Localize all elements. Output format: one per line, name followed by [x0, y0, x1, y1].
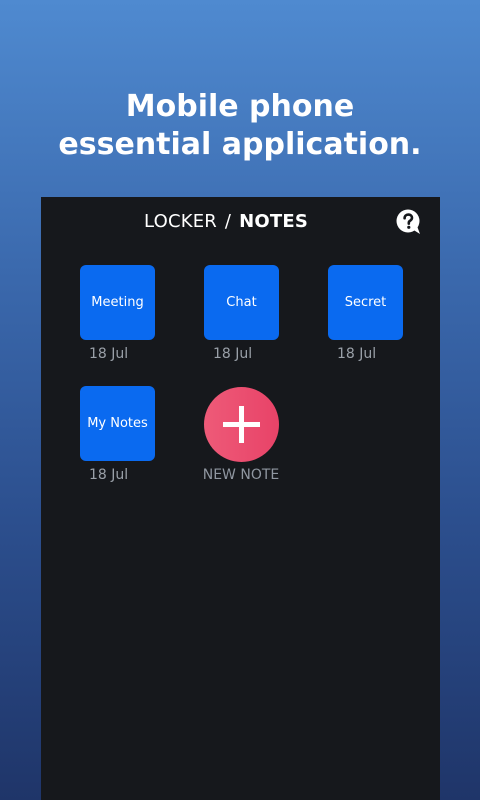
app-screen: LOCKER / NOTES Meeting 18 Jul Chat 18 Ju…: [41, 197, 440, 800]
note-label: Secret: [344, 295, 387, 310]
new-note-label: NEW NOTE: [202, 467, 280, 483]
help-button[interactable]: [396, 209, 422, 235]
note-tile-secret[interactable]: Secret: [328, 265, 403, 340]
note-date: 18 Jul: [337, 346, 377, 362]
note-tile-my-notes[interactable]: My Notes: [80, 386, 155, 461]
plus-icon: [223, 406, 260, 443]
promo-line-1: Mobile phone: [125, 89, 355, 124]
new-note-button[interactable]: [204, 387, 279, 462]
note-date: 18 Jul: [213, 346, 253, 362]
note-label: My Notes: [87, 416, 148, 431]
note-tile-chat[interactable]: Chat: [204, 265, 279, 340]
promo-line-2: essential application.: [58, 127, 422, 162]
title-separator: /: [224, 211, 232, 232]
note-label: Chat: [226, 295, 257, 310]
title-notes: NOTES: [239, 211, 309, 232]
note-label: Meeting: [91, 295, 144, 310]
note-date: 18 Jul: [89, 467, 129, 483]
question-bubble-icon: [396, 209, 420, 234]
promo-headline: Mobile phone essential application.: [0, 88, 480, 164]
app-header: LOCKER / NOTES: [41, 197, 440, 249]
page-title: LOCKER / NOTES: [41, 211, 411, 232]
note-date: 18 Jul: [89, 346, 129, 362]
title-locker: LOCKER: [143, 211, 217, 232]
note-tile-meeting[interactable]: Meeting: [80, 265, 155, 340]
